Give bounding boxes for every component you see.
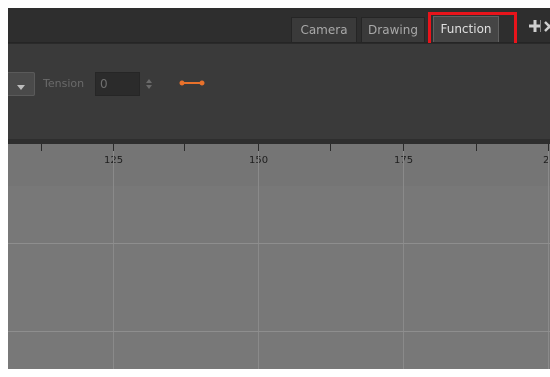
ruler-tick xyxy=(258,144,259,151)
grid-line-vertical xyxy=(258,151,259,369)
tension-label: Tension xyxy=(43,77,85,90)
ruler-tick xyxy=(113,144,114,151)
orange-line-with-points-icon[interactable] xyxy=(178,74,206,92)
frame-ruler[interactable] xyxy=(8,139,550,186)
chevron-down-icon xyxy=(17,85,25,90)
ruler-tick xyxy=(548,144,549,151)
grid-line-vertical xyxy=(113,151,114,369)
interpolation-dropdown[interactable] xyxy=(8,72,35,96)
app-window: Camera Drawing Function Tension 0 2 xyxy=(8,8,550,369)
grid-line-vertical xyxy=(403,151,404,369)
grid-line-vertical xyxy=(548,151,549,369)
tension-input[interactable]: 0 xyxy=(95,72,140,96)
tab-camera[interactable]: Camera xyxy=(291,17,357,42)
tab-drawing[interactable]: Drawing xyxy=(361,17,425,42)
ruler-tick xyxy=(41,144,42,151)
screenshot-frame: Camera Drawing Function Tension 0 2 xyxy=(0,0,550,377)
toolbar-divider xyxy=(8,43,550,44)
function-graph[interactable]: 125 150 175 2 xyxy=(8,139,550,369)
close-icon[interactable] xyxy=(542,19,550,33)
function-toolbar xyxy=(8,43,550,139)
tab-function[interactable]: Function xyxy=(433,16,499,42)
ruler-top-border xyxy=(8,139,550,144)
ruler-tick xyxy=(330,144,331,151)
grid-line-horizontal xyxy=(8,243,550,244)
grid-line-horizontal xyxy=(8,331,550,332)
view-tab-bar: Camera Drawing Function xyxy=(8,8,550,43)
ruler-tick xyxy=(184,144,185,151)
tab-actions-separator xyxy=(540,20,541,32)
ruler-tick xyxy=(476,144,477,151)
stepper-arrows-icon[interactable] xyxy=(145,76,153,92)
ruler-tick xyxy=(403,144,404,151)
